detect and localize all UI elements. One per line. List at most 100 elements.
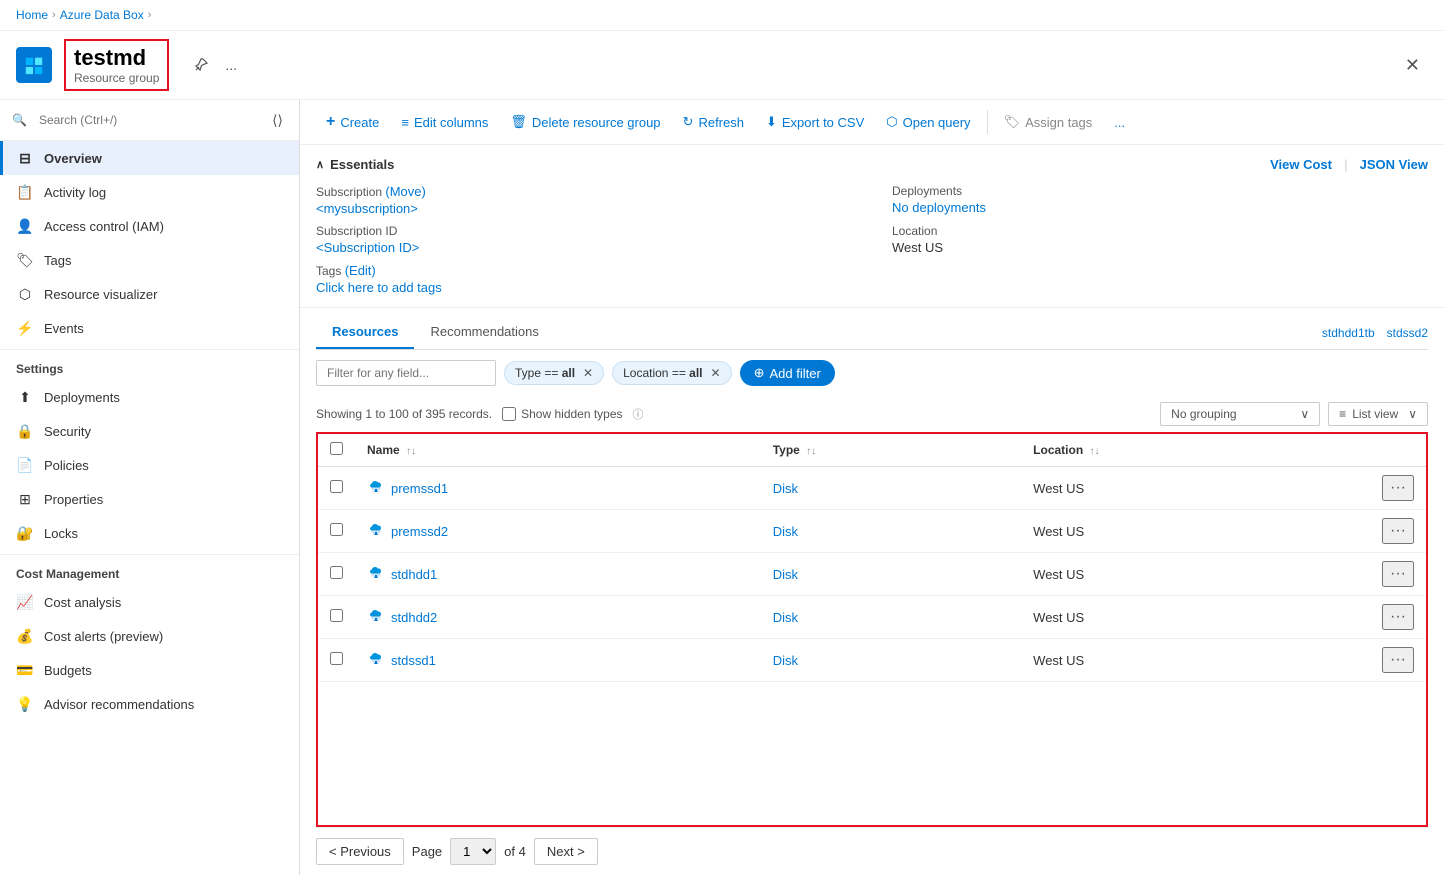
- open-query-button[interactable]: ⬡ Open query: [876, 109, 980, 135]
- name-sort-icon: ↑↓: [406, 446, 416, 457]
- sidebar-item-events[interactable]: ⚡Events: [0, 311, 299, 345]
- no-deployments-link[interactable]: No deployments: [892, 200, 986, 215]
- more-options-button[interactable]: ...: [1104, 110, 1135, 135]
- of-text: of 4: [504, 844, 526, 859]
- resources-table-scroll[interactable]: Name ↑↓ Type ↑↓ Location ↑↓: [318, 434, 1426, 825]
- row-checkbox-row1[interactable]: [330, 480, 343, 493]
- open-query-icon: ⬡: [886, 114, 897, 130]
- name-column-header[interactable]: Name ↑↓: [355, 434, 761, 467]
- sidebar-item-cost-alerts[interactable]: 💰Cost alerts (preview): [0, 619, 299, 653]
- type-column-header[interactable]: Type ↑↓: [761, 434, 1021, 467]
- resource-location-row5: West US: [1021, 639, 1370, 682]
- filter-input[interactable]: [316, 360, 496, 386]
- resource-name-row3[interactable]: stdhdd1: [367, 565, 749, 583]
- resource-name-row5[interactable]: stdssd1: [367, 651, 749, 669]
- close-button[interactable]: ✕: [1397, 51, 1428, 80]
- add-tags-link[interactable]: Click here to add tags: [316, 280, 442, 295]
- json-view-link[interactable]: JSON View: [1360, 157, 1428, 172]
- resource-type-row4[interactable]: Disk: [773, 610, 798, 625]
- sidebar-item-resource-visualizer[interactable]: ⬡Resource visualizer: [0, 277, 299, 311]
- resource-name-row1[interactable]: premssd1: [367, 479, 749, 497]
- sidebar-item-activity-log[interactable]: 📋Activity log: [0, 175, 299, 209]
- resource-type-row2[interactable]: Disk: [773, 524, 798, 539]
- sidebar-item-properties[interactable]: ⊞Properties: [0, 482, 299, 516]
- row-actions-row4[interactable]: ···: [1382, 604, 1414, 630]
- properties-icon: ⊞: [16, 490, 34, 508]
- resource-type-row3[interactable]: Disk: [773, 567, 798, 582]
- deployments-icon: ⬆: [16, 388, 34, 406]
- subscription-move-link[interactable]: (Move): [385, 184, 425, 199]
- row-checkbox-row5[interactable]: [330, 652, 343, 665]
- list-view-select[interactable]: ≡ List view ∨: [1328, 402, 1428, 426]
- records-row: Showing 1 to 100 of 395 records. Show hi…: [316, 396, 1428, 432]
- resource-location-row3: West US: [1021, 553, 1370, 596]
- delete-icon: 🗑: [510, 114, 527, 130]
- search-input[interactable]: [31, 108, 264, 132]
- add-filter-button[interactable]: ⊕ Add filter: [740, 360, 835, 386]
- breadcrumb-home[interactable]: Home: [16, 8, 48, 22]
- tab-resources[interactable]: Resources: [316, 316, 414, 349]
- sidebar-item-access-control[interactable]: 👤Access control (IAM): [0, 209, 299, 243]
- essentials-toggle[interactable]: ∧: [316, 158, 324, 171]
- sidebar-item-overview[interactable]: ⊟Overview: [0, 141, 299, 175]
- previous-button[interactable]: < Previous: [316, 838, 404, 865]
- suggestion-stdhdd1tb[interactable]: stdhdd1tb: [1322, 326, 1375, 340]
- show-hidden-label[interactable]: Show hidden types: [502, 407, 622, 421]
- sidebar-item-policies[interactable]: 📄Policies: [0, 448, 299, 482]
- export-button[interactable]: ⬇ Export to CSV: [756, 109, 874, 135]
- info-icon[interactable]: ⓘ: [633, 406, 644, 422]
- row-checkbox-row4[interactable]: [330, 609, 343, 622]
- assign-tags-icon: 🏷: [1004, 114, 1021, 130]
- more-button[interactable]: ...: [221, 53, 241, 77]
- sidebar-item-deployments[interactable]: ⬆Deployments: [0, 380, 299, 414]
- pin-button[interactable]: [189, 53, 213, 77]
- delete-button[interactable]: 🗑 Delete resource group: [500, 109, 670, 135]
- sidebar-item-security[interactable]: 🔒Security: [0, 414, 299, 448]
- location-column-header[interactable]: Location ↑↓: [1021, 434, 1370, 467]
- filter-tag-location-close[interactable]: ✕: [711, 366, 721, 380]
- view-cost-link[interactable]: View Cost: [1270, 157, 1332, 172]
- grouping-select[interactable]: No grouping ∨: [1160, 402, 1320, 426]
- row-actions-row1[interactable]: ···: [1382, 475, 1414, 501]
- create-button[interactable]: + Create: [316, 108, 389, 136]
- type-sort-icon: ↑↓: [806, 446, 816, 457]
- subscription-value-link[interactable]: <mysubscription>: [316, 201, 418, 216]
- sidebar: 🔍 ⟨⟩ ⊟Overview📋Activity log👤Access contr…: [0, 100, 300, 875]
- assign-tags-button[interactable]: 🏷 Assign tags: [994, 109, 1103, 135]
- page-select[interactable]: 1 2 3 4: [450, 838, 496, 865]
- breadcrumb-azure-data-box[interactable]: Azure Data Box: [60, 8, 144, 22]
- tab-recommendations[interactable]: Recommendations: [414, 316, 554, 349]
- suggestion-stdssd2[interactable]: stdssd2: [1387, 326, 1428, 340]
- row-actions-row3[interactable]: ···: [1382, 561, 1414, 587]
- resource-title-group: testmd Resource group: [64, 39, 169, 91]
- sidebar-item-cost-analysis[interactable]: 📈Cost analysis: [0, 585, 299, 619]
- sidebar-item-budgets[interactable]: 💳Budgets: [0, 653, 299, 687]
- next-button[interactable]: Next >: [534, 838, 598, 865]
- sidebar-collapse-button[interactable]: ⟨⟩: [268, 112, 287, 129]
- edit-columns-button[interactable]: ≡ Edit columns: [391, 110, 498, 135]
- select-all-checkbox[interactable]: [330, 442, 343, 455]
- tags-edit-link[interactable]: (Edit): [345, 263, 376, 278]
- resource-type-row1[interactable]: Disk: [773, 481, 798, 496]
- policies-icon: 📄: [16, 456, 34, 474]
- resources-section: Resources Recommendations stdhdd1tb stds…: [300, 308, 1444, 875]
- refresh-button[interactable]: ↻ Refresh: [673, 109, 754, 135]
- row-actions-row5[interactable]: ···: [1382, 647, 1414, 673]
- row-checkbox-row3[interactable]: [330, 566, 343, 579]
- sidebar-item-locks[interactable]: 🔐Locks: [0, 516, 299, 550]
- row-checkbox-row2[interactable]: [330, 523, 343, 536]
- subscription-id-link[interactable]: <Subscription ID>: [316, 240, 419, 255]
- location-label: Location: [892, 224, 1428, 238]
- sidebar-item-tags[interactable]: 🏷Tags: [0, 243, 299, 277]
- resource-name-row2[interactable]: premssd2: [367, 522, 749, 540]
- edit-columns-icon: ≡: [401, 115, 409, 130]
- row-actions-row2[interactable]: ···: [1382, 518, 1414, 544]
- tab-suggestions: stdhdd1tb stdssd2: [1322, 326, 1428, 340]
- resource-type-row5[interactable]: Disk: [773, 653, 798, 668]
- sidebar-item-advisor-recommendations[interactable]: 💡Advisor recommendations: [0, 687, 299, 721]
- show-hidden-checkbox[interactable]: [502, 407, 516, 421]
- filter-tag-type-close[interactable]: ✕: [583, 366, 593, 380]
- cost-alerts-icon: 💰: [16, 627, 34, 645]
- breadcrumb-sep-2: ›: [148, 9, 152, 21]
- resource-name-row4[interactable]: stdhdd2: [367, 608, 749, 626]
